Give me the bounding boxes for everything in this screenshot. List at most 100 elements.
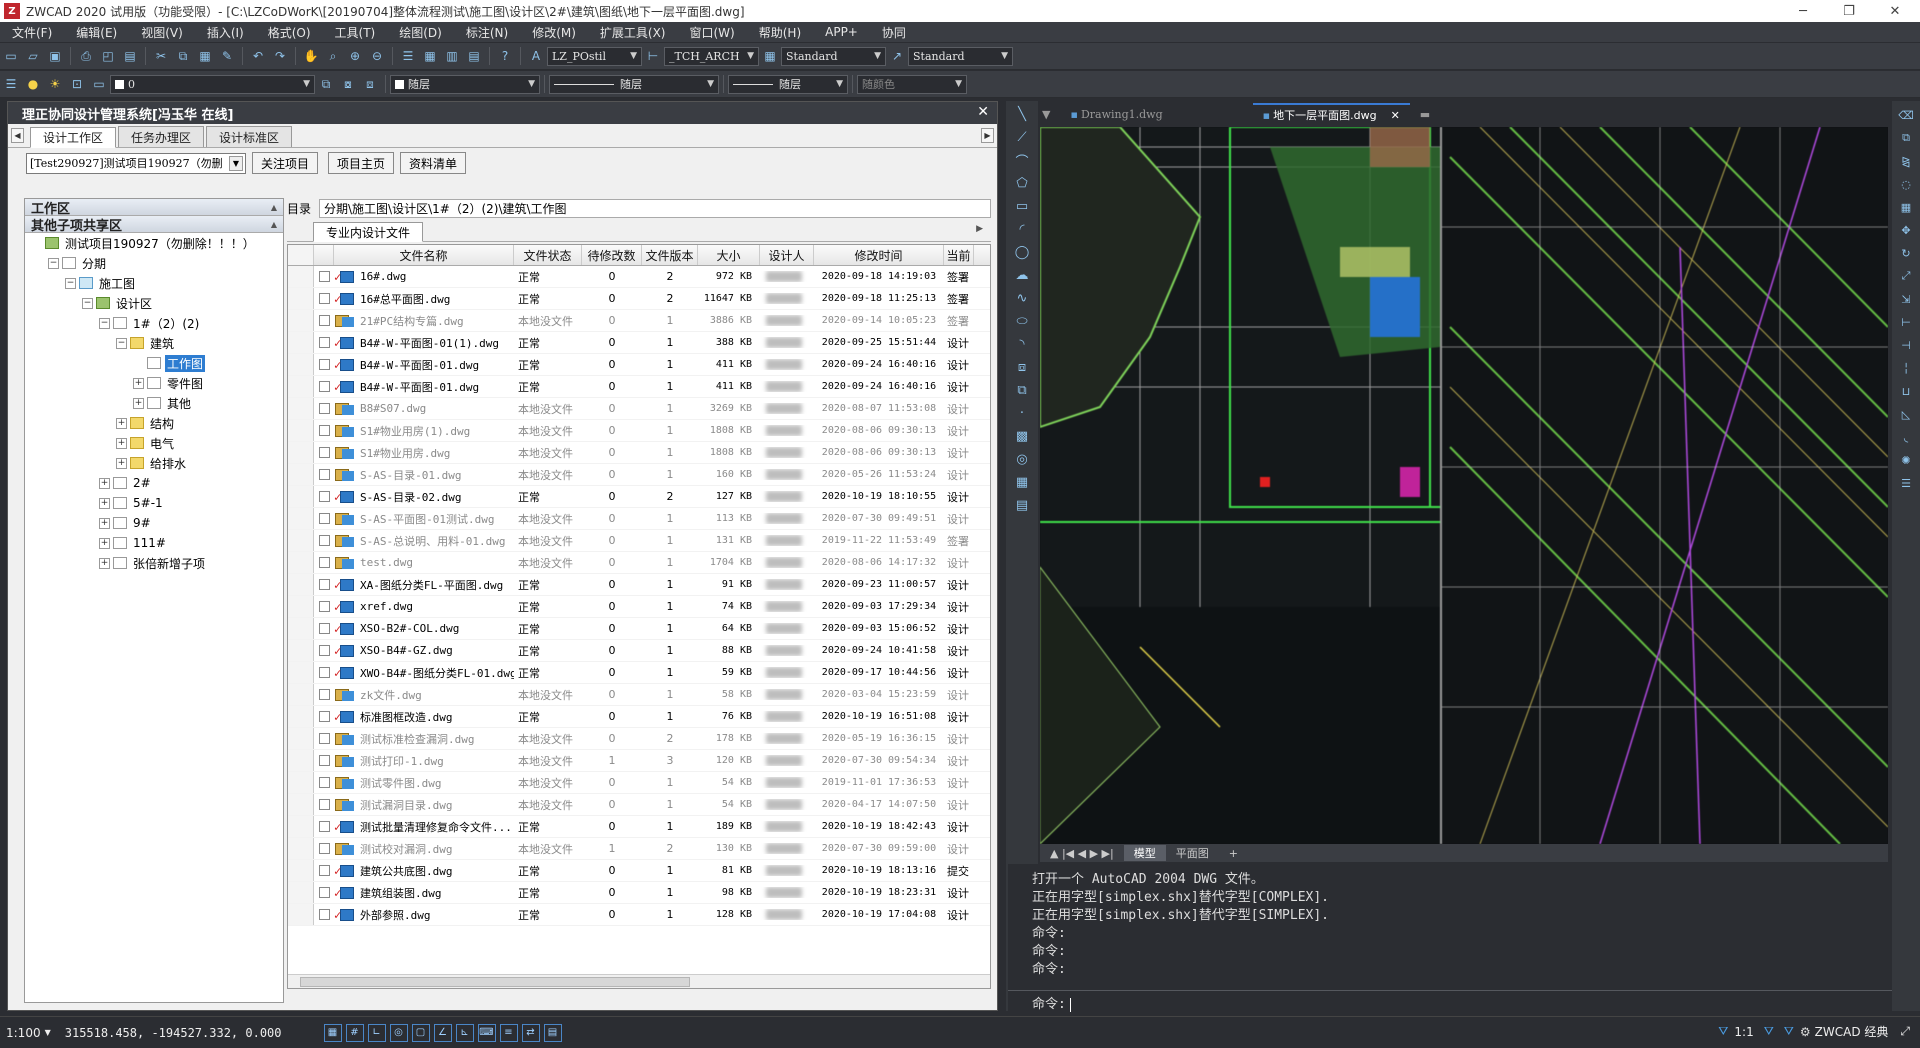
xline-icon[interactable]: ⟋ bbox=[1012, 127, 1032, 147]
table-row[interactable]: 测试零件图.dwg 本地没文件 0 1 54 KB 2019-11-01 17:36:53… bbox=[288, 772, 990, 794]
undo-icon[interactable]: ↶ bbox=[249, 47, 267, 65]
file-name-cell[interactable]: S-AS-平面图-01测试.dwg bbox=[334, 511, 514, 527]
table-row[interactable]: ✓ 16#.dwg 正常 0 2 972 KB 2020-09-18 14:19:03 签署 bbox=[288, 266, 990, 288]
row-header[interactable] bbox=[288, 530, 314, 551]
row-checkbox[interactable] bbox=[314, 337, 334, 348]
table-row[interactable]: ✓ 建筑组装图.dwg 正常 0 1 98 KB 2020-10-19 18:23:31 设计 bbox=[288, 882, 990, 904]
row-checkbox[interactable] bbox=[314, 601, 334, 612]
trim-icon[interactable]: ⊢ bbox=[1897, 313, 1915, 331]
checkbox-icon[interactable] bbox=[318, 711, 330, 722]
menu-item-2[interactable]: 视图(V) bbox=[129, 24, 195, 41]
drawing-canvas[interactable] bbox=[1040, 127, 1888, 844]
file-name-cell[interactable]: ✓ 外部参照.dwg bbox=[334, 907, 514, 923]
close-tab-icon[interactable]: ✕ bbox=[1391, 109, 1400, 122]
row-header[interactable] bbox=[288, 904, 314, 925]
add-layout-button[interactable]: + bbox=[1219, 847, 1248, 860]
tab-scroll-right-icon[interactable]: ▶ bbox=[981, 128, 994, 143]
offset-icon[interactable]: ◌ bbox=[1897, 175, 1915, 193]
table-row[interactable]: ✓ 标准图框改造.dwg 正常 0 1 76 KB 2020-10-19 16:51:08 设… bbox=[288, 706, 990, 728]
row-header[interactable] bbox=[288, 288, 314, 309]
row-header[interactable] bbox=[288, 882, 314, 903]
menu-item-3[interactable]: 插入(I) bbox=[195, 24, 256, 41]
table-row[interactable]: ✓ B4#-W-平面图-01.dwg 正常 0 1 411 KB 2020-09-24 16… bbox=[288, 376, 990, 398]
tab-drawing1[interactable]: ▪ Drawing1.dwg bbox=[1060, 103, 1172, 125]
annotation-visibility-icon[interactable]: ⛛ bbox=[1764, 1024, 1774, 1039]
plotstyle-select[interactable]: 随颜色 ▼ bbox=[857, 74, 967, 94]
collapse-icon[interactable]: − bbox=[48, 257, 59, 269]
row-checkbox[interactable] bbox=[314, 865, 334, 876]
tree-node[interactable]: − 建筑 bbox=[25, 333, 283, 353]
layer-lock-icon[interactable]: ⊡ bbox=[68, 75, 86, 93]
follow-project-button[interactable]: 关注项目 bbox=[252, 152, 319, 174]
ellipse-icon[interactable]: ⬭ bbox=[1012, 311, 1032, 331]
zoom-window-icon[interactable]: ⊕ bbox=[346, 47, 364, 65]
make-current-layer-icon[interactable]: ⧉ bbox=[317, 75, 335, 93]
file-name-cell[interactable]: ✓ xref.dwg bbox=[334, 600, 514, 614]
file-name-cell[interactable]: 测试打印-1.dwg bbox=[334, 753, 514, 769]
print-icon[interactable]: ⎙ bbox=[77, 47, 95, 65]
tree-node[interactable]: + 结构 bbox=[25, 413, 283, 433]
polar-icon[interactable]: ◎ bbox=[389, 1023, 408, 1042]
checkbox-icon[interactable] bbox=[318, 777, 330, 788]
row-header[interactable] bbox=[288, 332, 314, 353]
row-header[interactable] bbox=[288, 772, 314, 793]
move-icon[interactable]: ✥ bbox=[1897, 221, 1915, 239]
scale-dropdown-icon[interactable]: ▼ bbox=[45, 1028, 51, 1037]
dynamic-input-icon[interactable]: ⌨ bbox=[477, 1023, 496, 1042]
col-version[interactable]: 文件版本 bbox=[642, 245, 698, 265]
line-icon[interactable]: ╲ bbox=[1012, 104, 1032, 124]
row-header[interactable] bbox=[288, 486, 314, 507]
print-preview-icon[interactable]: ◰ bbox=[99, 47, 117, 65]
table-row[interactable]: ✓ 测试批量清理修复命令文件... 正常 0 1 189 KB 2020-10-19 18:… bbox=[288, 816, 990, 838]
row-checkbox[interactable] bbox=[314, 469, 334, 480]
file-name-cell[interactable]: S-AS-总说明、用料-01.dwg bbox=[334, 533, 514, 549]
row-header[interactable] bbox=[288, 464, 314, 485]
expand-icon[interactable]: + bbox=[133, 397, 144, 409]
row-checkbox[interactable] bbox=[314, 535, 334, 546]
checkbox-icon[interactable] bbox=[318, 667, 330, 678]
arc-icon[interactable]: ◜ bbox=[1012, 219, 1032, 239]
help-icon[interactable]: ? bbox=[496, 47, 514, 65]
table-row[interactable]: 测试标准检查漏洞.dwg 本地没文件 0 2 178 KB 2020-05-19 16:3… bbox=[288, 728, 990, 750]
checkbox-icon[interactable] bbox=[318, 579, 330, 590]
minimize-button[interactable]: ─ bbox=[1780, 0, 1826, 22]
menu-item-1[interactable]: 编辑(E) bbox=[64, 24, 129, 41]
file-name-cell[interactable]: B8#S07.dwg bbox=[334, 402, 514, 416]
col-current[interactable]: 当前 bbox=[944, 245, 974, 265]
table-row[interactable]: B8#S07.dwg 本地没文件 0 1 3269 KB 2020-08-07 11:53… bbox=[288, 398, 990, 420]
file-name-cell[interactable]: ✓ XWO-B4#-图纸分类FL-01.dwg bbox=[334, 665, 514, 681]
table-row[interactable]: 测试漏洞目录.dwg 本地没文件 0 1 54 KB 2020-04-17 14:07:5… bbox=[288, 794, 990, 816]
expand-icon[interactable]: + bbox=[133, 377, 144, 389]
table-row[interactable]: zk文件.dwg 本地没文件 0 1 58 KB 2020-03-04 15:23:59 设… bbox=[288, 684, 990, 706]
select-all-corner[interactable] bbox=[288, 245, 314, 265]
file-name-cell[interactable]: ✓ XSO-B4#-GZ.dwg bbox=[334, 644, 514, 658]
row-checkbox[interactable] bbox=[314, 821, 334, 832]
ellipse-arc-icon[interactable]: ◝ bbox=[1012, 334, 1032, 354]
linetype-select[interactable]: 随层 ▼ bbox=[549, 74, 719, 94]
checkbox-icon[interactable] bbox=[318, 557, 330, 568]
table-row[interactable]: ✓ 外部参照.dwg 正常 0 1 128 KB 2020-10-19 17:04:08 设计 bbox=[288, 904, 990, 926]
file-name-cell[interactable]: zk文件.dwg bbox=[334, 687, 514, 703]
collapse-icon[interactable]: − bbox=[82, 297, 93, 309]
lineweight-select[interactable]: 随层 ▼ bbox=[728, 74, 848, 94]
file-name-cell[interactable]: ✓ XSO-B2#-COL.dwg bbox=[334, 622, 514, 636]
expand-icon[interactable]: + bbox=[116, 437, 127, 449]
expand-icon[interactable]: + bbox=[99, 517, 110, 529]
table-row[interactable]: ✓ XWO-B4#-图纸分类FL-01.dwg 正常 0 1 59 KB 2020-09-1… bbox=[288, 662, 990, 684]
tree-node[interactable]: − 设计区 bbox=[25, 293, 283, 313]
menu-item-9[interactable]: 扩展工具(X) bbox=[588, 24, 678, 41]
osnap-icon[interactable]: ▢ bbox=[411, 1023, 430, 1042]
row-header[interactable] bbox=[288, 508, 314, 529]
row-header[interactable] bbox=[288, 354, 314, 375]
tab-design-standards[interactable]: 设计标准区 bbox=[206, 126, 293, 147]
circle-icon[interactable]: ◯ bbox=[1012, 242, 1032, 262]
revcloud-icon[interactable]: ☁ bbox=[1012, 265, 1032, 285]
redo-icon[interactable]: ↷ bbox=[271, 47, 289, 65]
chamfer-icon[interactable]: ◺ bbox=[1897, 405, 1915, 423]
table-row[interactable]: ✓ 建筑公共底图.dwg 正常 0 1 81 KB 2020-10-19 18:13:16 提… bbox=[288, 860, 990, 882]
file-name-cell[interactable]: 测试零件图.dwg bbox=[334, 775, 514, 791]
row-checkbox[interactable] bbox=[314, 887, 334, 898]
checkbox-icon[interactable] bbox=[318, 755, 330, 766]
row-checkbox[interactable] bbox=[314, 447, 334, 458]
row-checkbox[interactable] bbox=[314, 491, 334, 502]
